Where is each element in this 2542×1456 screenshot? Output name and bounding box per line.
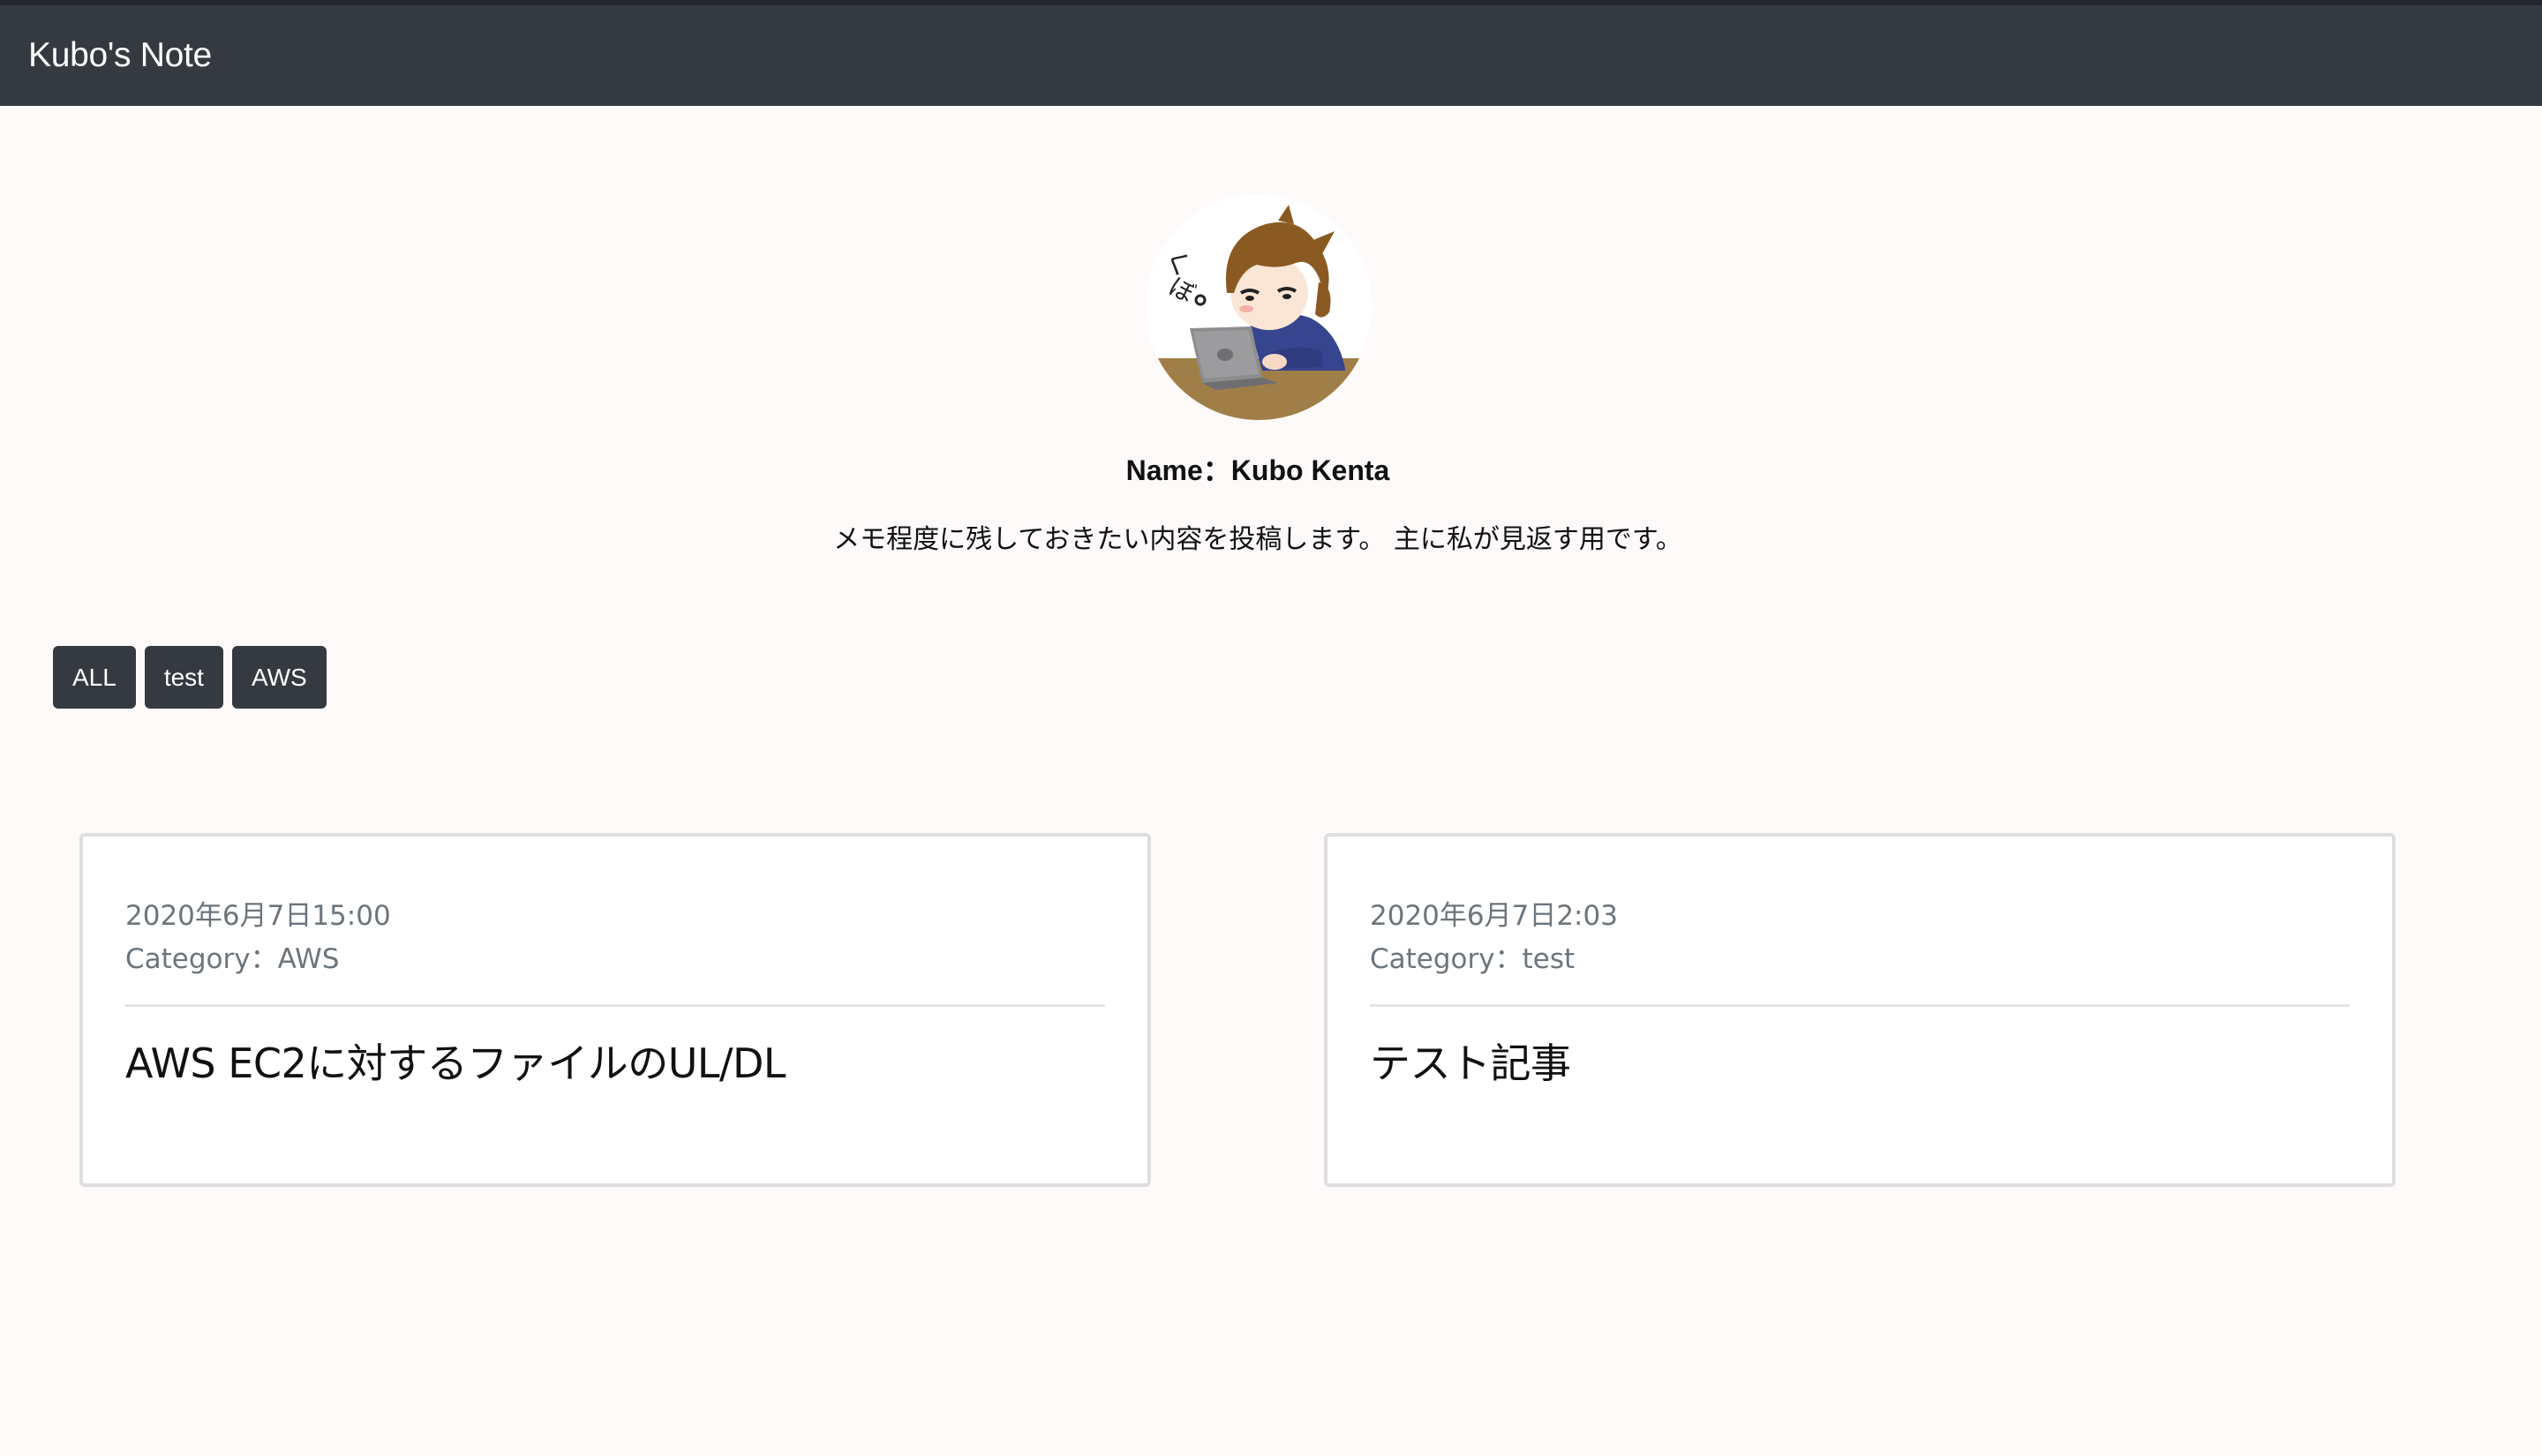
post-divider xyxy=(1370,1004,2350,1007)
post-card[interactable]: 2020年6月7日2:03 Category：test テスト記事 xyxy=(1324,833,2395,1187)
filter-aws-button[interactable]: AWS xyxy=(231,646,327,709)
post-title-link[interactable]: テスト記事 xyxy=(1370,1032,2350,1090)
post-title-link[interactable]: AWS EC2に対するファイルのUL/DL xyxy=(125,1032,1105,1090)
post-category: Category：test xyxy=(1370,943,1576,975)
filter-test-button[interactable]: test xyxy=(144,646,223,709)
post-category: Category：AWS xyxy=(125,943,340,975)
post-date: 2020年6月7日2:03 xyxy=(1370,900,1618,932)
post-date: 2020年6月7日15:00 xyxy=(125,900,391,932)
profile-description: メモ程度に残しておきたい内容を投稿します。 主に私が見返す用です。 xyxy=(833,524,1682,555)
post-divider xyxy=(125,1004,1105,1007)
profile-name: Name：Kubo Kenta xyxy=(1125,454,1390,486)
post-card[interactable]: 2020年6月7日15:00 Category：AWS AWS EC2に対するフ… xyxy=(79,833,1151,1187)
brand-link[interactable]: Kubo's Note xyxy=(28,36,212,75)
avatar: く ぼ xyxy=(1146,194,1372,420)
filter-all-button[interactable]: ALL xyxy=(53,646,136,709)
avatar-illustration-icon: く ぼ xyxy=(1146,205,1372,420)
category-filter-bar: ALL test AWS xyxy=(53,646,327,709)
navbar: Kubo's Note xyxy=(0,5,2542,106)
